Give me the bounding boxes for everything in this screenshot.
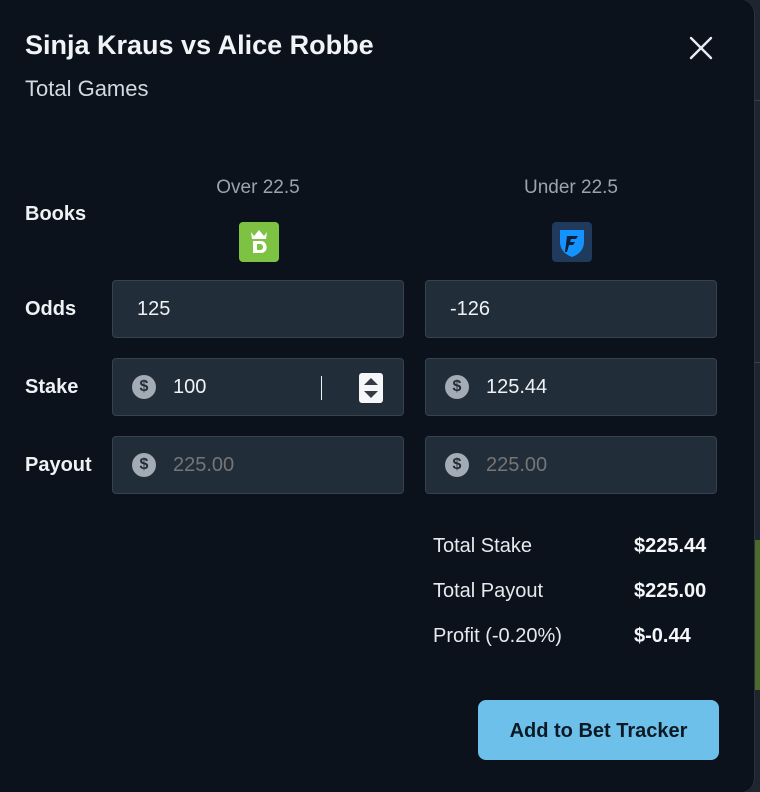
total-payout-label: Total Payout: [433, 580, 544, 602]
odds-label: Odds: [25, 298, 77, 320]
total-stake-value: $225.44: [634, 535, 707, 557]
column-heading-under: Under 22.5: [523, 177, 618, 198]
draftkings-crown-icon: [251, 230, 267, 253]
payout-under-input: [486, 437, 666, 493]
fanduel-shield-icon: [560, 230, 584, 257]
number-stepper[interactable]: [359, 373, 383, 403]
dollar-icon: $: [132, 453, 156, 477]
total-payout-value: $225.00: [634, 580, 707, 602]
column-heading-over: Over 22.5: [216, 177, 300, 198]
odds-over-field[interactable]: [112, 280, 404, 338]
total-stake-label: Total Stake: [433, 535, 532, 557]
dollar-icon: $: [132, 375, 156, 399]
payout-under-field: $: [425, 436, 717, 494]
stake-under-input[interactable]: [486, 359, 666, 415]
draftkings-logo-icon[interactable]: [239, 222, 279, 262]
modal-title: Sinja Kraus vs Alice Robbe: [25, 30, 374, 60]
dollar-icon: $: [445, 453, 469, 477]
stepper-up-icon[interactable]: [364, 378, 378, 385]
stake-over-field[interactable]: $: [112, 358, 404, 416]
odds-under-field[interactable]: [425, 280, 717, 338]
payout-label: Payout: [25, 454, 92, 476]
close-icon: [689, 36, 713, 60]
close-button[interactable]: [686, 33, 716, 63]
stake-under-field[interactable]: $: [425, 358, 717, 416]
text-caret: [321, 376, 322, 400]
modal-subtitle: Total Games: [25, 76, 149, 101]
fanduel-logo-icon[interactable]: [552, 222, 592, 262]
odds-over-input[interactable]: [137, 281, 367, 337]
dollar-icon: $: [445, 375, 469, 399]
bet-calculator-modal: Sinja Kraus vs Alice Robbe Total Games O…: [0, 0, 755, 792]
add-to-bet-tracker-button[interactable]: Add to Bet Tracker: [478, 700, 719, 760]
stepper-down-icon[interactable]: [364, 391, 378, 398]
stake-over-input[interactable]: [173, 359, 353, 415]
profit-label: Profit (-0.20%): [433, 625, 562, 647]
stake-label: Stake: [25, 376, 79, 398]
payout-over-field: $: [112, 436, 404, 494]
payout-over-input: [173, 437, 353, 493]
profit-value: $-0.44: [634, 625, 691, 647]
odds-under-input[interactable]: [450, 281, 680, 337]
books-label: Books: [25, 203, 87, 225]
